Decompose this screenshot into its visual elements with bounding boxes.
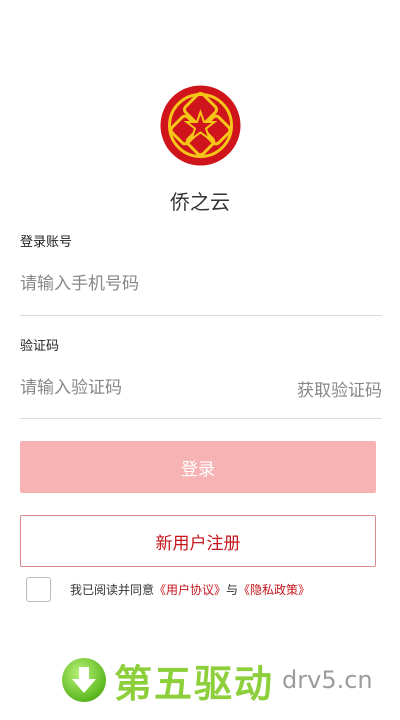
watermark: 第五驱动 drv5.cn	[62, 650, 373, 710]
app-name: 侨之云	[170, 190, 230, 214]
get-code-button[interactable]: 获取验证码	[297, 376, 382, 401]
watermark-url: drv5.cn	[282, 666, 373, 694]
code-input[interactable]	[20, 368, 280, 408]
privacy-policy-link[interactable]: 《隐私政策》	[238, 583, 310, 597]
agreement-text: 我已阅读并同意《用户协议》与《隐私政策》	[70, 581, 310, 598]
watermark-text: 第五驱动	[114, 661, 275, 706]
agreement-prefix: 我已阅读并同意	[70, 583, 155, 597]
code-divider	[20, 418, 382, 419]
agree-checkbox[interactable]	[26, 577, 51, 602]
agreement-joiner: 与	[226, 583, 239, 597]
login-button[interactable]: 登录	[20, 441, 376, 493]
phone-input[interactable]	[20, 264, 382, 304]
download-arrow-icon	[62, 658, 106, 702]
register-button[interactable]: 新用户注册	[20, 515, 376, 567]
emblem-icon	[160, 85, 241, 166]
code-label: 验证码	[20, 339, 60, 354]
user-agreement-link[interactable]: 《用户协议》	[154, 583, 226, 597]
app-logo	[160, 85, 241, 166]
account-divider	[20, 315, 382, 316]
account-label: 登录账号	[20, 235, 73, 250]
